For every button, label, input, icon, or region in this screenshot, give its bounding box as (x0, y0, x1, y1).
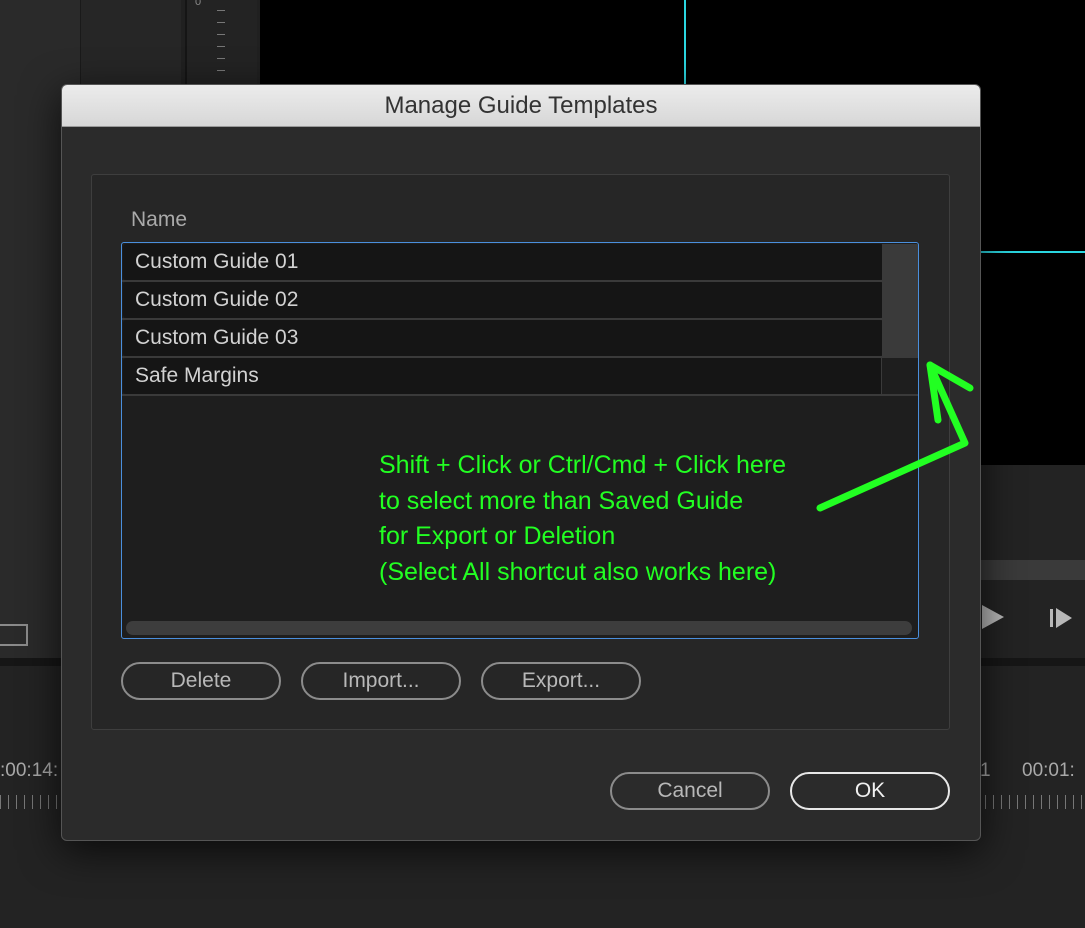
timecode-left: :00:14: (0, 760, 59, 781)
vertical-guide[interactable] (684, 0, 686, 85)
timecode-right-partial: 1 (980, 760, 991, 781)
import-button[interactable]: Import... (301, 662, 461, 700)
dialog-titlebar[interactable]: Manage Guide Templates (62, 85, 980, 127)
row-handle (882, 244, 918, 280)
row-handle (882, 320, 918, 356)
template-name: Custom Guide 01 (135, 250, 299, 273)
annotation-line: Shift + Click or Ctrl/Cmd + Click here (379, 451, 787, 479)
export-frame-icon[interactable] (0, 624, 28, 646)
row-handle (881, 358, 918, 394)
column-header-name: Name (131, 208, 188, 231)
annotation-line: (Select All shortcut also works here) (379, 557, 777, 586)
template-name: Custom Guide 03 (135, 326, 299, 349)
template-name: Custom Guide 02 (135, 288, 299, 311)
list-item[interactable]: Safe Margins (123, 358, 883, 394)
vertical-ruler: 0 (185, 0, 257, 85)
row-handle (882, 282, 918, 318)
list-item[interactable]: Custom Guide 01 (123, 244, 883, 280)
scrub-bar[interactable] (980, 560, 1085, 580)
timeline-ruler-right (985, 795, 1085, 809)
step-forward-icon[interactable] (1050, 607, 1078, 629)
list-item[interactable]: Custom Guide 02 (123, 282, 883, 318)
horizontal-guide[interactable] (980, 251, 1085, 253)
timecode-right: 00:01: (1022, 760, 1075, 781)
ok-button[interactable]: OK (790, 772, 950, 810)
play-icon[interactable] (982, 605, 1004, 629)
list-item[interactable]: Custom Guide 03 (123, 320, 883, 356)
delete-button[interactable]: Delete (121, 662, 281, 700)
annotation-line: for Export or Deletion (379, 522, 616, 550)
annotation-text: Shift + Click or Ctrl/Cmd + Click here t… (379, 448, 786, 590)
template-name: Safe Margins (135, 364, 259, 387)
annotation-line: to select more than Saved Guide (379, 486, 744, 515)
dialog-title: Manage Guide Templates (384, 91, 658, 119)
cancel-button[interactable]: Cancel (610, 772, 770, 810)
horizontal-scrollbar[interactable] (126, 621, 912, 635)
timeline-ruler-left (0, 795, 60, 809)
ruler-zero-label: 0 (195, 0, 202, 8)
export-button[interactable]: Export... (481, 662, 641, 700)
